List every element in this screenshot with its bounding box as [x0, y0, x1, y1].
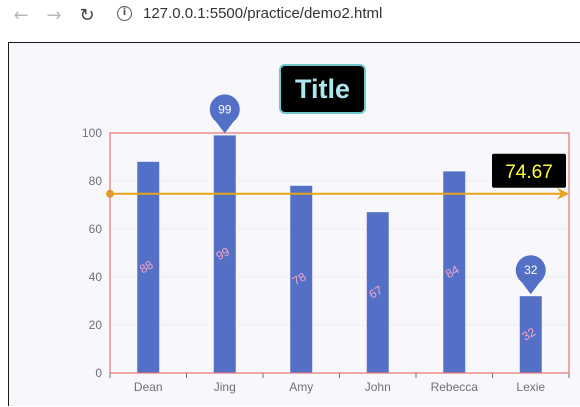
x-tick-label: Jing: [214, 380, 236, 394]
x-tick-label: John: [365, 380, 391, 394]
y-tick-label: 100: [82, 126, 102, 140]
mark-point-label-min: 32: [524, 263, 538, 277]
arrow-left-icon[interactable]: ←: [10, 5, 32, 27]
y-tick-label: 20: [89, 318, 103, 332]
bar-labels: 889978678432: [137, 244, 538, 343]
y-tick-label: 80: [89, 174, 103, 188]
average-label: 74.67: [505, 162, 553, 183]
chart-title-group: Title: [279, 64, 366, 114]
chart-container: Title 0 20 40 60 80 100 88 99 78 67 84 32 Dean Jing…: [8, 42, 580, 406]
info-icon[interactable]: i: [117, 6, 132, 21]
bars: [137, 135, 542, 373]
x-axis: Dean Jing Amy John Rebecca Lexie: [109, 372, 570, 394]
bar-chart: Title 0 20 40 60 80 100 889978678432 Dean Jing…: [82, 64, 570, 394]
chart-title: Title: [295, 74, 350, 104]
x-tick-label: Lexie: [516, 380, 545, 394]
address-bar-url[interactable]: 127.0.0.1:5500/practice/demo2.html: [143, 5, 382, 22]
x-tick-label: Rebecca: [431, 380, 479, 394]
mark-point-label-max: 99: [218, 102, 232, 116]
y-tick-label: 40: [89, 270, 103, 284]
reload-icon[interactable]: ↻: [76, 5, 98, 27]
average-mark-line: 74.67: [106, 153, 569, 200]
y-axis-labels: 0 20 40 60 80 100: [82, 126, 102, 380]
y-tick-label: 60: [89, 222, 103, 236]
arrow-right-icon[interactable]: →: [43, 5, 65, 27]
browser-toolbar: ← → ↻ i 127.0.0.1:5500/practice/demo2.ht…: [0, 0, 580, 32]
x-tick-label: Dean: [134, 380, 163, 394]
x-tick-label: Amy: [289, 380, 313, 394]
y-tick-label: 0: [95, 366, 102, 380]
